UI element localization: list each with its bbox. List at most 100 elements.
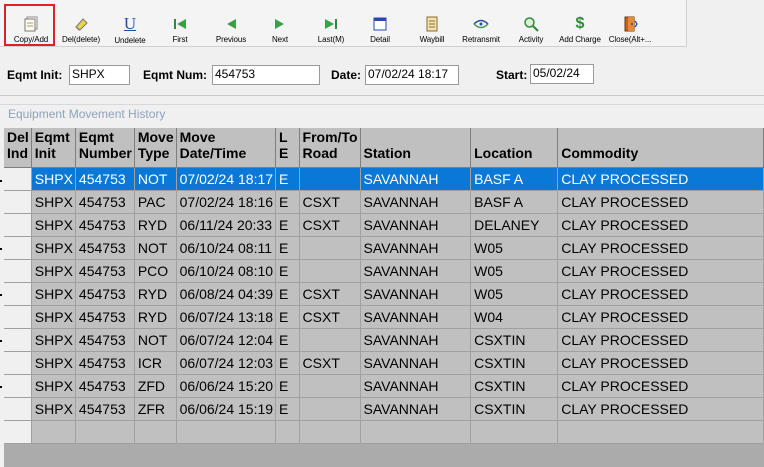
table-row[interactable]: SHPX 454753 RYD 06/11/24 20:33 E CSXT SAVANNAH… [4, 213, 764, 237]
movement-history-grid: Del Ind Eqmt Init Eqmt Number Move Type Move… [4, 128, 764, 467]
table-cell: E [275, 236, 300, 260]
table-row[interactable] [4, 420, 764, 444]
column-header[interactable]: Station [360, 128, 472, 168]
table-cell: E [275, 167, 300, 191]
table-cell: SHPX [31, 374, 76, 398]
dollar-icon: $ [575, 14, 585, 32]
delete-button[interactable]: Del(delete) [58, 2, 104, 44]
table-cell: CLAY PROCESSED [557, 167, 764, 191]
activity-button[interactable]: Activity [512, 2, 550, 44]
table-header-row: Del Ind Eqmt Init Eqmt Number Move Type Move… [4, 128, 764, 168]
column-header[interactable]: Location [470, 128, 559, 168]
table-row[interactable]: SHPX 454753 PAC 07/02/24 18:16 E CSXT SAVANNAH… [4, 190, 764, 214]
waybill-icon [422, 14, 442, 33]
last-record-icon [321, 14, 341, 33]
table-cell: SAVANNAH [360, 351, 472, 375]
table-cell: 454753 [75, 190, 135, 214]
add-charge-button[interactable]: $ Add Charge [556, 2, 604, 45]
table-row[interactable]: SHPX 454753 ZFD 06/06/24 15:20 E SAVANNAH CSXT… [4, 374, 764, 398]
table-row[interactable]: SHPX 454753 ICR 06/07/24 12:03 E CSXT SAVANNAH… [4, 351, 764, 375]
table-cell: CLAY PROCESSED [557, 328, 764, 352]
table-cell [4, 420, 32, 444]
retransmit-button[interactable]: Retransmit [458, 2, 504, 44]
table-cell: CLAY PROCESSED [557, 236, 764, 260]
table-row[interactable]: SHPX 454753 PCO 06/10/24 08:10 E SAVANNAH W05 C… [4, 259, 764, 283]
table-cell: SAVANNAH [360, 282, 472, 306]
column-header[interactable]: Eqmt Number [75, 128, 135, 168]
table-cell [4, 213, 32, 237]
table-cell: PCO [134, 259, 177, 283]
table-cell: 06/07/24 12:03 [176, 351, 277, 375]
table-cell: SHPX [31, 213, 76, 237]
column-header[interactable]: L E [275, 128, 300, 168]
column-header[interactable]: Move Date/Time [176, 128, 277, 168]
table-cell: SAVANNAH [360, 397, 472, 421]
first-record-icon [170, 14, 190, 33]
close-button[interactable]: Close(Alt+... [606, 2, 654, 44]
previous-button[interactable]: Previous [210, 2, 252, 44]
table-cell: E [275, 259, 300, 283]
table-cell: CLAY PROCESSED [557, 190, 764, 214]
previous-record-icon [221, 14, 241, 33]
table-cell: SAVANNAH [360, 259, 472, 283]
table-cell: 454753 [75, 213, 135, 237]
table-cell: SHPX [31, 282, 76, 306]
table-cell: E [275, 374, 300, 398]
table-cell: DELANEY [470, 213, 559, 237]
next-button[interactable]: Next [262, 2, 298, 44]
table-cell: SHPX [31, 328, 76, 352]
table-cell [4, 397, 32, 421]
column-header[interactable]: Commodity [557, 128, 764, 168]
detail-button[interactable]: Detail [362, 2, 398, 44]
table-row[interactable]: SHPX 454753 NOT 06/10/24 08:11 E SAVANNAH W05 C… [4, 236, 764, 260]
table-row[interactable]: SHPX 454753 NOT 06/07/24 12:04 E SAVANNAH CSXT… [4, 328, 764, 352]
table-cell: E [275, 282, 300, 306]
table-row[interactable]: SHPX 454753 NOT 07/02/24 18:17 E SAVANNAH BASF… [4, 167, 764, 191]
table-cell: 06/06/24 15:19 [176, 397, 277, 421]
first-button[interactable]: First [160, 2, 200, 44]
table-cell: 06/06/24 15:20 [176, 374, 277, 398]
undelete-button[interactable]: U Undelete [108, 2, 152, 45]
table-cell: ZFD [134, 374, 177, 398]
eqmt-init-field[interactable]: SHPX [69, 65, 130, 85]
table-cell: SHPX [31, 167, 76, 191]
table-cell [360, 420, 472, 444]
table-cell: ICR [134, 351, 177, 375]
table-cell: CSXT [299, 305, 361, 329]
table-cell [299, 328, 361, 352]
table-row[interactable]: SHPX 454753 RYD 06/07/24 13:18 E CSXT SAVANNAH… [4, 305, 764, 329]
close-door-icon [620, 14, 640, 33]
column-header[interactable]: From/To Road [299, 128, 361, 168]
copy-add-button[interactable]: Copy/Add [8, 2, 54, 44]
table-cell [31, 420, 76, 444]
undelete-label: Undelete [114, 36, 146, 45]
table-cell [299, 397, 361, 421]
table-cell: SHPX [31, 305, 76, 329]
table-cell: 454753 [75, 374, 135, 398]
detail-window-icon [370, 14, 390, 33]
waybill-button[interactable]: Waybill [412, 2, 452, 44]
column-header[interactable]: Move Type [134, 128, 177, 168]
table-cell [4, 328, 32, 352]
table-cell: 454753 [75, 351, 135, 375]
last-button[interactable]: Last(M) [310, 2, 352, 44]
table-cell: E [275, 190, 300, 214]
table-cell: E [275, 351, 300, 375]
table-cell: SHPX [31, 259, 76, 283]
start-field[interactable]: 05/02/24 [530, 64, 594, 84]
column-header[interactable]: Eqmt Init [31, 128, 76, 168]
table-row[interactable]: SHPX 454753 ZFR 06/06/24 15:19 E SAVANNAH CSXT… [4, 397, 764, 421]
table-cell: 454753 [75, 259, 135, 283]
date-field[interactable]: 07/02/24 18:17 [365, 65, 459, 85]
eqmt-num-field[interactable]: 454753 [212, 65, 320, 85]
table-cell [134, 420, 177, 444]
column-header[interactable]: Del Ind [4, 128, 32, 168]
table-row[interactable]: SHPX 454753 RYD 06/08/24 04:39 E CSXT SAVANNAH… [4, 282, 764, 306]
table-cell: SHPX [31, 397, 76, 421]
table-cell: E [275, 213, 300, 237]
table-cell [4, 374, 32, 398]
table-cell [299, 167, 361, 191]
table-cell: PAC [134, 190, 177, 214]
table-cell: W05 [470, 282, 559, 306]
table-cell: CLAY PROCESSED [557, 282, 764, 306]
